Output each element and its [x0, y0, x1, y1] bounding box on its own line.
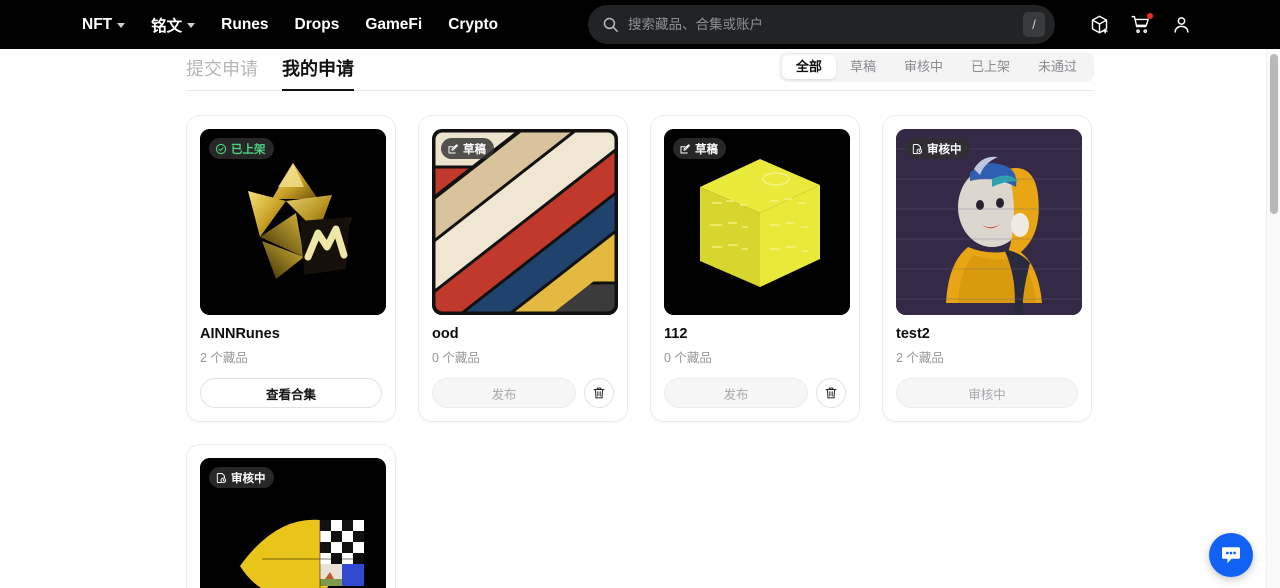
filter-rejected[interactable]: 未通过 [1024, 55, 1091, 79]
tab-label: 提交申请 [186, 59, 258, 79]
account-icon[interactable] [1171, 14, 1192, 35]
in-review-button[interactable]: 审核中 [896, 378, 1078, 408]
collection-item-count: 2 个藏品 [896, 351, 944, 365]
nav-link-drops[interactable]: Drops [295, 16, 340, 34]
filter-in-review[interactable]: 审核中 [890, 55, 957, 79]
chat-support-button[interactable] [1209, 533, 1253, 577]
nav-link-label: Runes [221, 15, 269, 33]
status-badge-label: 草稿 [463, 143, 486, 156]
collection-item-count: 0 个藏品 [664, 351, 712, 365]
status-badge: 已上架 [209, 138, 274, 159]
card-actions: 审核中 [896, 378, 1078, 408]
status-badge-label: 草稿 [695, 143, 718, 156]
nav-link-nft[interactable]: NFT [82, 15, 126, 34]
publish-button[interactable]: 发布 [664, 378, 808, 408]
collection-card[interactable]: 审核中 [186, 444, 396, 588]
collection-thumbnail[interactable]: 草稿 [432, 129, 618, 315]
tab-submit-application[interactable]: 提交申请 [186, 55, 258, 90]
status-badge-label: 审核中 [231, 472, 266, 485]
view-collection-button[interactable]: 查看合集 [200, 378, 382, 408]
nav-link-runes[interactable]: Runes [221, 16, 268, 34]
nav-link-crypto[interactable]: Crypto [448, 16, 498, 34]
card-actions: 发布 [664, 378, 846, 408]
create-box-icon[interactable] [1089, 14, 1110, 35]
nav-link-label: Crypto [448, 15, 499, 33]
filter-draft[interactable]: 草稿 [836, 55, 890, 79]
nav-link-gamefi[interactable]: GameFi [365, 16, 422, 34]
filter-listed[interactable]: 已上架 [957, 55, 1024, 79]
status-badge: 草稿 [441, 138, 494, 159]
tab-bar: 提交申请 我的申请 全部 草稿 审核中 已上架 未通过 [186, 49, 1094, 91]
delete-button[interactable] [816, 378, 846, 408]
search-icon [602, 16, 619, 33]
doc-clock-icon [912, 143, 923, 154]
nav-link-label: 铭文 [151, 17, 183, 35]
tab-list: 提交申请 我的申请 [186, 49, 354, 91]
search-bar[interactable]: / [588, 5, 1055, 44]
collection-card[interactable]: 草稿 ood 0 个藏品 发布 [418, 115, 628, 422]
status-filter-group: 全部 草稿 审核中 已上架 未通过 [778, 52, 1094, 82]
collection-thumbnail[interactable]: 草稿 [664, 129, 850, 315]
collection-card[interactable]: 草稿 112 0 个藏品 发布 [650, 115, 860, 422]
collection-title: ood [432, 326, 459, 342]
page-content: 提交申请 我的申请 全部 草稿 审核中 已上架 未通过 已上架 AINNRune… [0, 49, 1280, 588]
status-badge-label: 已上架 [231, 143, 266, 156]
card-actions: 查看合集 [200, 378, 382, 408]
top-navigation-bar: NFT 铭文 Runes Drops GameFi Crypto / [0, 0, 1280, 49]
nav-link-label: NFT [82, 15, 113, 33]
status-badge: 草稿 [673, 138, 726, 159]
edit-square-icon [448, 143, 458, 153]
chevron-down-icon [187, 23, 196, 28]
tab-label: 我的申请 [282, 59, 354, 79]
chat-bubble-icon [1222, 547, 1240, 564]
collection-thumbnail[interactable]: 已上架 [200, 129, 386, 315]
check-circle-icon [215, 143, 227, 154]
tab-my-applications[interactable]: 我的申请 [282, 55, 354, 91]
filter-all[interactable]: 全部 [781, 55, 836, 79]
nav-link-label: Drops [294, 15, 340, 33]
nav-link-label: GameFi [365, 15, 423, 33]
cart-icon[interactable] [1130, 13, 1153, 35]
collection-item-count: 0 个藏品 [432, 351, 480, 365]
status-badge: 审核中 [209, 467, 274, 488]
card-actions: 发布 [432, 378, 614, 408]
search-input[interactable] [628, 17, 1023, 32]
nav-icon-group [1089, 0, 1192, 49]
doc-clock-icon [216, 472, 227, 483]
collection-title: 112 [664, 326, 688, 342]
publish-button[interactable]: 发布 [432, 378, 576, 408]
delete-button[interactable] [584, 378, 614, 408]
collection-card[interactable]: 审核中 test2 2 个藏品 审核中 [882, 115, 1092, 422]
collection-card-grid: 已上架 AINNRunes 2 个藏品 查看合集 草稿 ood 0 个藏品 发布… [186, 115, 1094, 588]
chevron-down-icon [117, 23, 126, 28]
collection-title: AINNRunes [200, 326, 280, 342]
scrollbar-thumb[interactable] [1270, 54, 1278, 214]
nav-link-inscription[interactable]: 铭文 [151, 14, 196, 36]
page-scrollbar[interactable] [1266, 49, 1280, 588]
collection-thumbnail[interactable]: 审核中 [896, 129, 1082, 315]
trash-icon [825, 387, 837, 399]
status-badge: 审核中 [905, 138, 970, 159]
cart-notification-dot [1147, 13, 1153, 19]
search-shortcut-key: / [1023, 12, 1045, 37]
nav-links: NFT 铭文 Runes Drops GameFi Crypto [82, 14, 498, 36]
collection-title: test2 [896, 326, 930, 342]
collection-item-count: 2 个藏品 [200, 351, 248, 365]
collection-thumbnail[interactable]: 审核中 [200, 458, 386, 588]
trash-icon [593, 387, 605, 399]
collection-card[interactable]: 已上架 AINNRunes 2 个藏品 查看合集 [186, 115, 396, 422]
edit-square-icon [680, 143, 690, 153]
status-badge-label: 审核中 [927, 143, 962, 156]
